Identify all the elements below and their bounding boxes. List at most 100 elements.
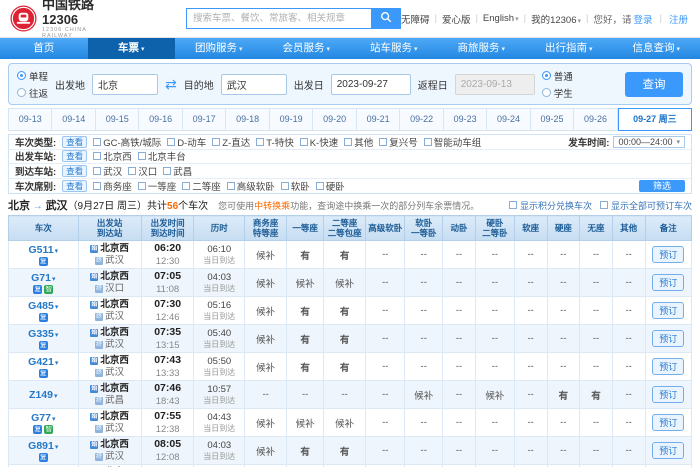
nav-item-2[interactable]: 团购服务▾ [175,38,263,59]
filter-option[interactable]: 北京西 [93,149,132,163]
chevron-down-icon[interactable]: ▾ [55,332,59,339]
train-number-link[interactable]: G511 [28,244,53,256]
filter-option[interactable]: Z-直达 [212,135,250,149]
seat-cell[interactable]: 候补 [245,353,287,381]
to-station-input[interactable] [221,74,287,95]
checkbox-icon[interactable] [227,182,235,190]
filter-option[interactable]: 硬卧 [316,179,345,193]
date-tab-09-17[interactable]: 09-17 [183,108,226,131]
trip-type-option-1[interactable]: 往返 [17,86,48,100]
train-number-link[interactable]: G421 [28,356,54,368]
filter-option[interactable]: 二等座 [182,179,221,193]
search-input[interactable] [186,8,371,29]
filter-option[interactable]: 其他 [344,135,373,149]
checkbox-icon[interactable] [344,138,352,146]
book-button[interactable]: 预订 [652,330,684,347]
checkbox-icon[interactable] [93,152,101,160]
view-toggle[interactable]: 查看 [62,150,87,162]
filter-button[interactable]: 筛选 [639,180,685,193]
train-number-link[interactable]: G77 [31,412,51,424]
checkbox-icon[interactable] [256,138,264,146]
seat-cell[interactable]: 候补 [245,325,287,353]
date-tab-09-20[interactable]: 09-20 [313,108,356,131]
seat-cell[interactable]: 有 [287,437,324,465]
train-number-link[interactable]: G335 [28,328,54,340]
seat-cell[interactable]: 候补 [245,409,287,437]
checkbox-icon[interactable] [600,201,608,209]
date-tab-09-24[interactable]: 09-24 [487,108,530,131]
filter-option[interactable]: D-动车 [167,135,206,149]
chevron-down-icon[interactable]: ▾ [55,444,59,451]
filter-option[interactable]: 高级软卧 [227,179,275,193]
checkbox-icon[interactable] [300,138,308,146]
radio-icon[interactable] [17,88,26,97]
register-link[interactable]: 注册 [669,12,688,26]
book-button[interactable]: 预订 [652,386,684,403]
date-tab-09-25[interactable]: 09-25 [531,108,574,131]
checkbox-icon[interactable] [138,182,146,190]
filter-option[interactable]: K-快速 [300,135,339,149]
checkbox-icon[interactable] [93,182,101,190]
seat-cell[interactable]: 有 [324,437,366,465]
train-number-link[interactable]: Z149 [29,389,53,401]
nav-item-1[interactable]: 车票▾ [88,38,176,59]
seat-cell[interactable]: 有 [547,381,580,409]
date-tab-09-21[interactable]: 09-21 [357,108,400,131]
view-toggle[interactable]: 查看 [62,165,87,177]
seat-cell[interactable]: 有 [324,325,366,353]
book-button[interactable]: 预订 [652,442,684,459]
query-button[interactable]: 查询 [625,72,683,97]
date-tab-09-26[interactable]: 09-26 [574,108,617,131]
chevron-down-icon[interactable]: ▾ [52,416,56,423]
passenger-type-option-1[interactable]: 学生 [542,86,573,100]
chevron-down-icon[interactable]: ▾ [55,248,59,255]
filter-option[interactable]: 一等座 [138,179,177,193]
nav-item-0[interactable]: 首页 [0,38,88,59]
book-button[interactable]: 预订 [652,246,684,263]
from-station-input[interactable] [92,74,158,95]
checkbox-icon[interactable] [379,138,387,146]
date-tab-09-16[interactable]: 09-16 [139,108,182,131]
checkbox-icon[interactable] [212,138,220,146]
book-button[interactable]: 预订 [652,358,684,375]
view-toggle[interactable]: 查看 [62,136,87,148]
seat-cell[interactable]: 候补 [245,297,287,325]
filter-option[interactable]: 智能动车组 [424,135,482,149]
chevron-down-icon[interactable]: ▾ [54,393,58,400]
display-toggle-1[interactable]: 显示全部可预订车次 [600,199,692,212]
nav-item-4[interactable]: 站车服务▾ [350,38,438,59]
checkbox-icon[interactable] [138,152,146,160]
top-link-1[interactable]: 爱心版 [442,12,471,26]
display-toggle-0[interactable]: 显示积分兑换车次 [509,199,592,212]
train-number-link[interactable]: G485 [28,300,54,312]
seat-cell[interactable]: 候补 [245,437,287,465]
seat-cell[interactable]: 有 [324,297,366,325]
date-tab-09-19[interactable]: 09-19 [270,108,313,131]
seat-cell[interactable]: 候补 [245,269,287,297]
checkbox-icon[interactable] [93,138,101,146]
checkbox-icon[interactable] [163,167,171,175]
top-link-3[interactable]: 我的12306▾ [531,12,581,26]
date-tab-09-15[interactable]: 09-15 [96,108,139,131]
top-link-2[interactable]: English▾ [483,13,519,24]
seat-cell[interactable]: 有 [287,297,324,325]
seat-cell[interactable]: 有 [287,353,324,381]
date-tab-09-13[interactable]: 09-13 [8,108,52,131]
view-toggle[interactable]: 查看 [62,180,87,192]
swap-stations-icon[interactable]: ⇄ [165,77,177,91]
nav-item-6[interactable]: 出行指南▾ [525,38,613,59]
radio-icon[interactable] [542,88,551,97]
seat-cell[interactable]: 候补 [475,381,514,409]
book-button[interactable]: 预订 [652,302,684,319]
checkbox-icon[interactable] [182,182,190,190]
train-number-link[interactable]: G71 [31,272,51,284]
transfer-link[interactable]: 中转换乘 [254,201,290,211]
filter-option[interactable]: 武昌 [163,164,192,178]
seat-cell[interactable]: 候补 [324,409,366,437]
date-tab-09-22[interactable]: 09-22 [400,108,443,131]
depart-time-select[interactable]: 00:00—24:00▾ [613,136,685,148]
seat-cell[interactable]: 候补 [245,241,287,269]
date-tab-09-14[interactable]: 09-14 [52,108,95,131]
book-button[interactable]: 预订 [652,414,684,431]
filter-option[interactable]: 复兴号 [379,135,418,149]
